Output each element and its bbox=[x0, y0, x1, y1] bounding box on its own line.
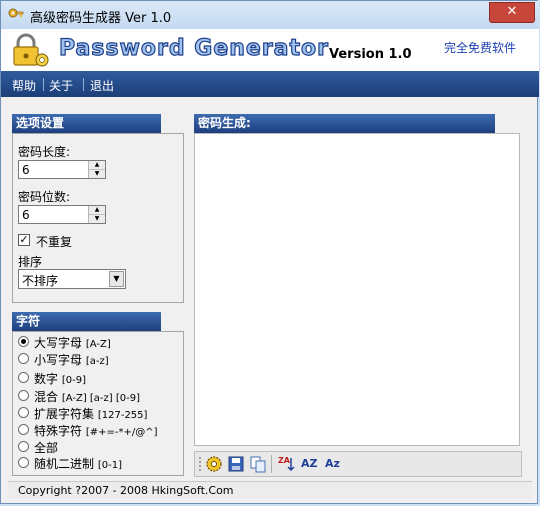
password-length-value: 6 bbox=[22, 163, 30, 177]
no-repeat-checkbox[interactable]: ✓ bbox=[18, 234, 30, 246]
radio-uppercase-label: 大写字母 [A-Z] bbox=[34, 336, 111, 350]
version-label: Version 1.0 bbox=[329, 47, 412, 62]
sort-label: 排序 bbox=[18, 255, 43, 269]
stepper-up-icon[interactable]: ▲ bbox=[89, 206, 105, 214]
password-output-area[interactable] bbox=[194, 133, 520, 446]
sort-desc-glyph: ZA bbox=[278, 456, 291, 465]
stepper-down-icon[interactable]: ▼ bbox=[89, 169, 105, 178]
password-count-label: 密码位数: bbox=[18, 190, 71, 204]
menu-divider bbox=[43, 78, 44, 91]
output-toolbar: ZA AZ Az bbox=[194, 451, 522, 477]
uppercase-icon[interactable]: AZ bbox=[301, 455, 318, 473]
stepper-arrows: ▲ ▼ bbox=[88, 161, 105, 178]
radio-extended-label: 扩展字符集 [127-255] bbox=[34, 407, 148, 421]
password-count-value: 6 bbox=[22, 208, 30, 222]
radio-digits-label: 数字 [0-9] bbox=[34, 372, 86, 386]
radio-binary[interactable] bbox=[18, 457, 29, 468]
free-software-link[interactable]: 完全免费软件 bbox=[444, 39, 516, 56]
toolbar-separator bbox=[271, 455, 272, 473]
menu-about[interactable]: 关于 bbox=[49, 77, 73, 94]
radio-digits[interactable] bbox=[18, 372, 29, 383]
banner: Password Generator Version 1.0 完全免费软件 bbox=[1, 29, 539, 71]
copy-icon[interactable] bbox=[250, 455, 266, 473]
radio-special-label: 特殊字符 [#+=-*+/@^] bbox=[34, 424, 158, 438]
radio-binary-label: 随机二进制 [0-1] bbox=[34, 457, 122, 471]
stepper-down-icon[interactable]: ▼ bbox=[89, 214, 105, 223]
close-button[interactable]: ✕ bbox=[489, 2, 535, 23]
menu-exit[interactable]: 退出 bbox=[90, 77, 114, 94]
no-repeat-label: 不重复 bbox=[36, 235, 73, 249]
radio-special[interactable] bbox=[18, 424, 29, 435]
radio-lowercase-label: 小写字母 [a-z] bbox=[34, 353, 109, 367]
sort-select[interactable]: 不排序 ▼ bbox=[18, 269, 126, 289]
app-logo-text: Password Generator bbox=[58, 35, 330, 61]
toolbar-grip-icon bbox=[199, 457, 201, 471]
sort-descending-icon[interactable]: ZA bbox=[278, 455, 296, 473]
menu-bar: 帮助 关于 退出 bbox=[1, 71, 539, 97]
stepper-up-icon[interactable]: ▲ bbox=[89, 161, 105, 169]
radio-uppercase[interactable] bbox=[18, 336, 29, 347]
app-key-icon bbox=[8, 8, 24, 18]
options-header: 选项设置 bbox=[12, 114, 161, 133]
radio-mixed[interactable] bbox=[18, 390, 29, 401]
generate-icon[interactable] bbox=[205, 455, 223, 473]
password-length-label: 密码长度: bbox=[18, 145, 71, 159]
radio-mixed-label: 混合 [A-Z] [a-z] [0-9] bbox=[34, 390, 141, 404]
stepper-arrows: ▲ ▼ bbox=[88, 206, 105, 223]
radio-extended[interactable] bbox=[18, 407, 29, 418]
save-icon[interactable] bbox=[228, 455, 244, 473]
status-bar: Copyright ?2007 - 2008 HkingSoft.Com bbox=[8, 481, 532, 499]
capitalize-icon[interactable]: Az bbox=[325, 455, 340, 473]
title-bar: 高级密码生成器 Ver 1.0 ✕ bbox=[1, 1, 539, 29]
close-icon: ✕ bbox=[506, 4, 518, 19]
copyright-text: Copyright ?2007 - 2008 HkingSoft.Com bbox=[18, 484, 234, 497]
radio-all[interactable] bbox=[18, 441, 29, 452]
menu-divider bbox=[83, 78, 84, 91]
app-window: 高级密码生成器 Ver 1.0 ✕ Password Generator Ver… bbox=[0, 0, 539, 504]
password-count-stepper[interactable]: 6 ▲ ▼ bbox=[18, 205, 106, 224]
charset-header: 字符 bbox=[12, 312, 161, 331]
radio-lowercase[interactable] bbox=[18, 353, 29, 364]
radio-all-label: 全部 bbox=[34, 441, 59, 455]
chevron-down-icon[interactable]: ▼ bbox=[109, 271, 124, 287]
menu-help[interactable]: 帮助 bbox=[12, 77, 36, 94]
password-length-stepper[interactable]: 6 ▲ ▼ bbox=[18, 160, 106, 179]
lock-icon bbox=[13, 33, 49, 67]
sort-select-value: 不排序 bbox=[22, 274, 59, 288]
output-header: 密码生成: bbox=[194, 114, 495, 133]
window-title: 高级密码生成器 Ver 1.0 bbox=[30, 11, 172, 26]
